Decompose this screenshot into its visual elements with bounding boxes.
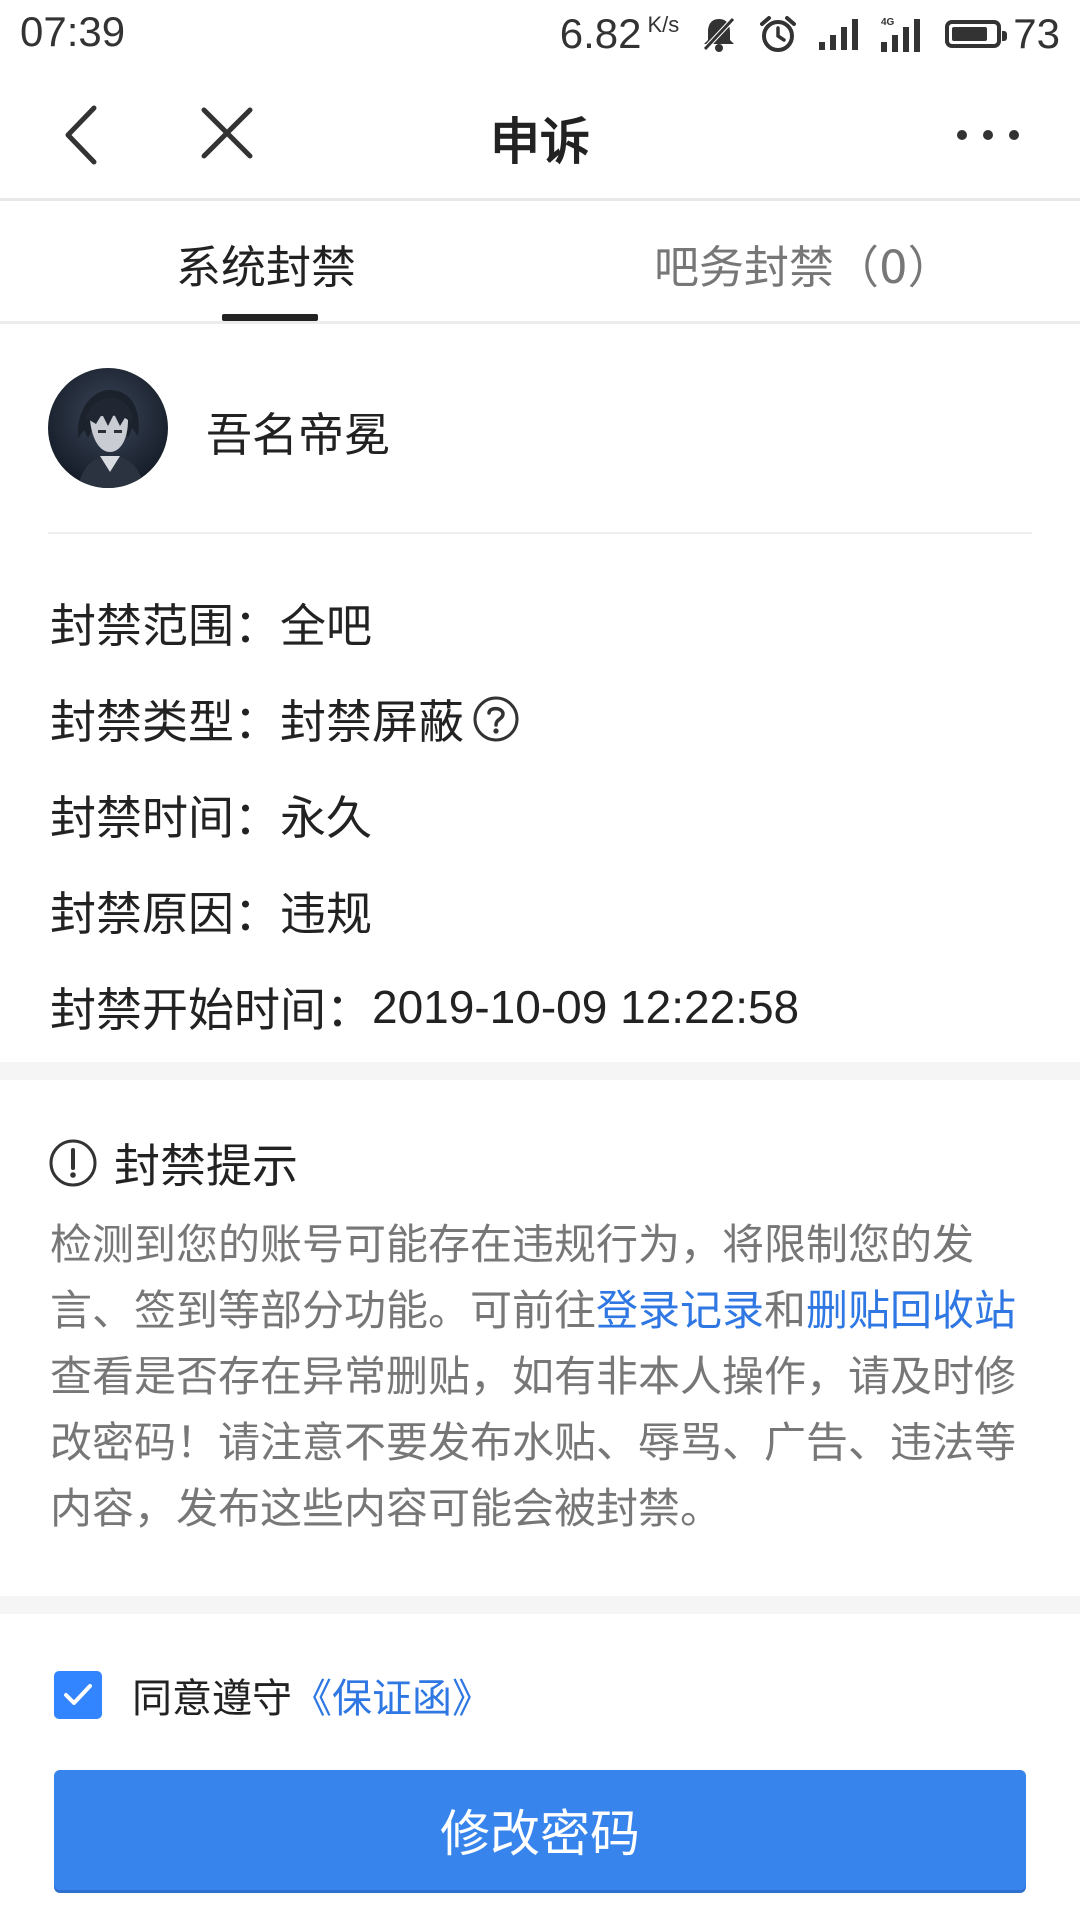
battery-level — [952, 27, 988, 41]
guarantee-letter-link[interactable]: 《保证函》 — [292, 1666, 492, 1724]
ban-scope-value: 全吧 — [280, 599, 372, 653]
status-time: 07:39 — [20, 8, 126, 55]
ban-duration-row: 封禁时间： 永久 — [50, 767, 799, 863]
network-type-label: 4G — [881, 17, 895, 28]
network-speed: 6.82 K/s — [560, 10, 680, 58]
divider — [48, 532, 1032, 534]
agreement-label: 同意遵守 — [132, 1676, 292, 1722]
notice-line: 检测到您的账号可能存在违规行为，将限制您的发 — [50, 1220, 975, 1269]
ban-type-label: 封禁类型： — [50, 695, 280, 749]
status-bar: 07:39 6.82 K/s 4G 73 — [0, 0, 1080, 70]
tab-system-ban[interactable]: 系统封禁 — [176, 231, 356, 296]
ban-reason-value: 违规 — [280, 887, 372, 941]
ban-duration-label: 封禁时间： — [50, 791, 280, 845]
tab-bar-admin-ban[interactable]: 吧务封禁（0） — [654, 231, 953, 296]
alert-circle-icon — [49, 1139, 97, 1187]
alarm-icon — [759, 15, 797, 53]
ban-notice-title: 封禁提示 — [114, 1139, 298, 1193]
ban-duration-value: 永久 — [280, 791, 372, 845]
ban-notice-text: 检测到您的账号可能存在违规行为，将限制您的发 言、签到等部分功能。可前往登录记录… — [50, 1212, 1040, 1542]
notice-line: 改密码！请注意不要发布水贴、辱骂、广告、违法等 — [50, 1418, 1017, 1467]
login-records-link[interactable]: 登录记录 — [596, 1286, 764, 1335]
ban-scope-row: 封禁范围： 全吧 — [50, 575, 799, 671]
section-divider — [0, 1596, 1080, 1614]
battery-percent: 73 — [1013, 10, 1060, 57]
notice-line: 查看是否存在异常删贴，如有非本人操作，请及时修 — [50, 1352, 1017, 1401]
nav-bar: 申诉 — [0, 70, 1080, 201]
active-tab-indicator — [222, 314, 318, 321]
ban-info-list: 封禁范围： 全吧 封禁类型： 封禁屏蔽 封禁时间： 永久 封禁原因： 违规 封禁… — [50, 575, 799, 1055]
anime-avatar-image — [48, 368, 168, 488]
section-divider — [0, 1062, 1080, 1080]
notice-line: 内容，发布这些内容可能会被封禁。 — [50, 1484, 723, 1533]
ban-start-time-value: 2019-10-09 12:22:58 — [372, 981, 800, 1033]
network-speed-value: 6.82 — [559, 10, 642, 57]
battery-indicator: 73 — [945, 10, 1060, 58]
tab-bar: 系统封禁 吧务封禁（0） — [0, 201, 1080, 324]
checkmark-icon — [64, 1684, 92, 1705]
ban-reason-row: 封禁原因： 违规 — [50, 863, 799, 959]
change-password-button[interactable]: 修改密码 — [54, 1770, 1026, 1890]
profile-section: 吾名帝冕 — [0, 324, 1080, 534]
ban-type-row: 封禁类型： 封禁屏蔽 — [50, 671, 799, 767]
notice-line: 言、签到等部分功能。可前往登录记录和删贴回收站 — [50, 1278, 1040, 1344]
ban-start-time-row: 封禁开始时间： 2019-10-09 12:22:58 — [50, 959, 799, 1055]
signal-4g-icon: 4G — [881, 16, 923, 52]
ban-notice-header: 封禁提示 — [48, 1130, 298, 1196]
ban-type-value: 封禁屏蔽 — [280, 695, 464, 749]
avatar — [48, 368, 168, 488]
network-speed-unit: K/s — [647, 12, 680, 37]
ban-scope-label: 封禁范围： — [50, 599, 280, 653]
page-title: 申诉 — [490, 113, 590, 171]
ban-reason-label: 封禁原因： — [50, 887, 280, 941]
ban-start-time-label: 封禁开始时间： — [50, 983, 372, 1037]
more-button[interactable] — [948, 110, 1028, 160]
agree-checkbox[interactable] — [54, 1671, 102, 1719]
mute-bell-icon — [701, 15, 737, 53]
help-question-icon[interactable] — [472, 695, 520, 743]
more-dots-icon — [957, 130, 1019, 140]
status-icons: 6.82 K/s 4G 73 — [560, 6, 1060, 62]
username: 吾名帝冕 — [206, 408, 390, 462]
signal-icon — [819, 18, 859, 50]
battery-icon — [945, 20, 1008, 48]
notice-text: 和 — [764, 1286, 807, 1335]
recycle-bin-link[interactable]: 删贴回收站 — [806, 1286, 1016, 1335]
agreement-row: 同意遵守 《保证函》 — [54, 1666, 492, 1724]
notice-text: 言、签到等部分功能。可前往 — [50, 1286, 597, 1335]
